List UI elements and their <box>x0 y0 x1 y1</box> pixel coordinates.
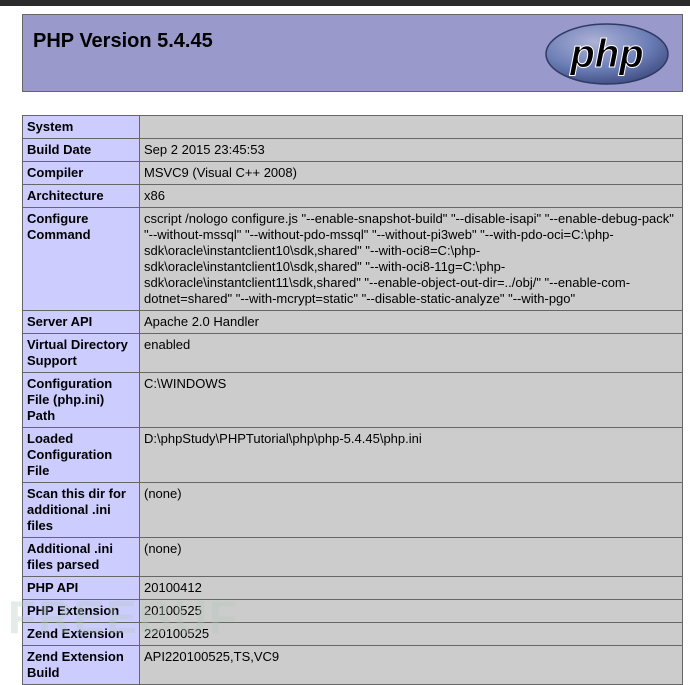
table-row: Loaded Configuration File D:\phpStudy\PHP… <box>22 427 683 483</box>
php-logo: php <box>545 23 669 85</box>
php-logo-text: php <box>569 32 643 76</box>
row-value: D:\phpStudy\PHPTutorial\php\php-5.4.45\p… <box>139 427 683 483</box>
row-label: PHP API <box>22 576 140 600</box>
row-value: C:\WINDOWS <box>139 372 683 428</box>
row-value: MSVC9 (Visual C++ 2008) <box>139 161 683 185</box>
table-row: Zend Extension Build API220100525,TS,VC9 <box>22 645 683 685</box>
row-value: (none) <box>139 482 683 538</box>
php-info-header: PHP Version 5.4.45 php <box>22 14 683 92</box>
row-value: Apache 2.0 Handler <box>139 310 683 334</box>
table-row: Additional .ini files parsed (none) <box>22 537 683 577</box>
row-label: Virtual Directory Support <box>22 333 140 373</box>
row-value: 220100525 <box>139 622 683 646</box>
row-value: (none) <box>139 537 683 577</box>
row-value <box>139 115 683 139</box>
row-label: Build Date <box>22 138 140 162</box>
row-label: PHP Extension <box>22 599 140 623</box>
row-value: 20100525 <box>139 599 683 623</box>
row-label: Loaded Configuration File <box>22 427 140 483</box>
page-title: PHP Version 5.4.45 <box>33 30 213 52</box>
row-label: Zend Extension <box>22 622 140 646</box>
row-label: Additional .ini files parsed <box>22 537 140 577</box>
table-row: System <box>22 115 683 139</box>
row-label: Configure Command <box>22 207 140 311</box>
info-table: System Build Date Sep 2 2015 23:45:53 Compi… <box>22 115 683 685</box>
row-label: Server API <box>22 310 140 334</box>
table-row: Virtual Directory Support enabled <box>22 333 683 373</box>
top-bar <box>0 0 690 6</box>
table-row: Zend Extension 220100525 <box>22 622 683 646</box>
row-value: enabled <box>139 333 683 373</box>
table-row: PHP Extension 20100525 <box>22 599 683 623</box>
table-row: Architecture x86 <box>22 184 683 208</box>
table-row: Build Date Sep 2 2015 23:45:53 <box>22 138 683 162</box>
row-value: x86 <box>139 184 683 208</box>
row-value: Sep 2 2015 23:45:53 <box>139 138 683 162</box>
row-label: Scan this dir for additional .ini files <box>22 482 140 538</box>
row-value: API220100525,TS,VC9 <box>139 645 683 685</box>
row-label: Configuration File (php.ini) Path <box>22 372 140 428</box>
table-row: Scan this dir for additional .ini files(… <box>22 482 683 538</box>
table-row: PHP API 20100412 <box>22 576 683 600</box>
row-label: Architecture <box>22 184 140 208</box>
row-label: System <box>22 115 140 139</box>
row-label: Compiler <box>22 161 140 185</box>
row-label: Zend Extension Build <box>22 645 140 685</box>
table-row: Compiler MSVC9 (Visual C++ 2008) <box>22 161 683 185</box>
table-row: Configure Command cscript /nologo configu… <box>22 207 683 311</box>
row-value: 20100412 <box>139 576 683 600</box>
table-row: Configuration File (php.ini) Path C:\WIND… <box>22 372 683 428</box>
table-row: Server API Apache 2.0 Handler <box>22 310 683 334</box>
row-value: cscript /nologo configure.js "--enable-s… <box>139 207 683 311</box>
